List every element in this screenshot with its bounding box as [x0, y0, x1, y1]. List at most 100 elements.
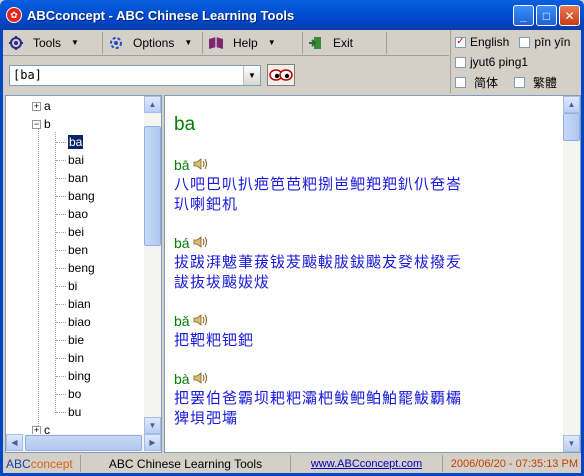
- character-list[interactable]: 把靶粑钯鈀: [174, 330, 554, 350]
- character-list[interactable]: 玐喇鈀机: [174, 194, 554, 214]
- eyes-icon: [269, 69, 293, 81]
- tools-icon: [7, 34, 25, 52]
- scroll-down-icon[interactable]: ▼: [144, 417, 161, 434]
- tree-node-child[interactable]: bei: [56, 223, 84, 241]
- tree-node-child[interactable]: bang: [56, 187, 95, 205]
- pinyin-entry: bà 把罢伯爸霸坝耙粑灞杷鲅鲃鲌鮊罷鮁覇欛 猈垻弝壩: [174, 370, 554, 428]
- tree-node-child[interactable]: bu: [56, 403, 81, 421]
- lookup-button[interactable]: [267, 64, 295, 86]
- scroll-thumb[interactable]: [563, 113, 580, 141]
- pinyin-label: bà: [174, 371, 190, 387]
- website-link[interactable]: www.ABCconcept.com: [311, 458, 422, 470]
- pinyin-entry: bā 八吧巴叭扒疤笆芭粑捌岜鲃羓羓釟仈夿峇 玐喇鈀机: [174, 156, 554, 214]
- expand-icon[interactable]: +: [32, 425, 41, 434]
- tree-node-label: bei: [68, 225, 85, 239]
- search-row: [ba] ▼: [3, 57, 449, 93]
- tree-vertical-scrollbar[interactable]: ▲ ▼: [144, 96, 161, 434]
- english-checkbox[interactable]: ✓: [455, 36, 466, 48]
- content-vertical-scrollbar[interactable]: ▲ ▼: [563, 96, 580, 452]
- pinyin-label: pīn yīn: [534, 35, 571, 49]
- collapse-icon[interactable]: −: [32, 119, 41, 129]
- tree-node-label: bai: [68, 153, 85, 167]
- app-logo-icon[interactable]: ✿: [6, 7, 22, 23]
- window-title: ABCconcept - ABC Chinese Learning Tools: [27, 7, 295, 23]
- pinyin-entry: bá 拔跋湃魃茟菝钹茇颰軷胈鈸颰犮癹柭撥叐 詙抜坺颰妭炦: [174, 234, 554, 292]
- tree-node-child[interactable]: ben: [56, 241, 88, 259]
- tree-node-a[interactable]: + a: [32, 97, 51, 115]
- tree-node-child[interactable]: bie: [56, 331, 84, 349]
- options-menu[interactable]: Options ▼: [103, 31, 203, 54]
- speaker-icon[interactable]: [192, 156, 208, 175]
- tree-node-label: bo: [68, 387, 82, 401]
- tree-node-child[interactable]: bian: [56, 295, 91, 313]
- scroll-down-icon[interactable]: ▼: [563, 435, 580, 452]
- tree-node-label: bu: [68, 405, 82, 419]
- status-bar: ABC concept ABC Chinese Learning Tools ww…: [3, 454, 581, 473]
- tree-node-label: bao: [68, 207, 89, 221]
- minimize-button[interactable]: _: [513, 5, 534, 26]
- title-bar[interactable]: ✿ ABCconcept - ABC Chinese Learning Tool…: [0, 0, 584, 30]
- character-list[interactable]: 拔跋湃魃茟菝钹茇颰軷胈鈸颰犮癹柭撥叐: [174, 252, 554, 272]
- tree-node-child[interactable]: biao: [56, 313, 91, 331]
- exit-button[interactable]: Exit: [303, 31, 387, 54]
- character-list[interactable]: 猈垻弝壩: [174, 408, 554, 428]
- tree-node-label: bian: [68, 297, 91, 311]
- pinyin-checkbox[interactable]: [519, 36, 531, 48]
- tree-node-child[interactable]: ba: [56, 133, 84, 151]
- language-options: ✓ English pīn yīn jyut6 ping1 简体 繁體: [450, 30, 581, 93]
- jyutping-checkbox[interactable]: [455, 56, 466, 68]
- character-list[interactable]: 把罢伯爸霸坝耙粑灞杷鲅鲃鲌鮊罷鮁覇欛: [174, 388, 554, 408]
- tree-node-c[interactable]: + c: [32, 421, 50, 434]
- pinyin-entry: bǎ 把靶粑钯鈀: [174, 312, 554, 350]
- tree-node-child[interactable]: bi: [56, 277, 77, 295]
- exit-label: Exit: [333, 35, 354, 50]
- scroll-thumb[interactable]: [25, 435, 142, 451]
- maximize-button[interactable]: □: [536, 5, 557, 26]
- tree-node-child[interactable]: ban: [56, 169, 88, 187]
- close-button[interactable]: ✕: [559, 5, 580, 26]
- simplified-checkbox[interactable]: [455, 76, 466, 88]
- character-list[interactable]: 八吧巴叭扒疤笆芭粑捌岜鲃羓羓釟仈夿峇: [174, 174, 554, 194]
- scroll-thumb[interactable]: [144, 126, 161, 246]
- options-icon: [107, 34, 125, 52]
- search-input[interactable]: [ba]: [10, 68, 243, 82]
- brand-label: ABC concept: [3, 455, 81, 472]
- tools-dropdown-icon: ▼: [71, 38, 79, 47]
- scroll-up-icon[interactable]: ▲: [563, 96, 580, 113]
- expand-icon[interactable]: +: [32, 101, 41, 111]
- tools-menu[interactable]: Tools ▼: [3, 31, 103, 54]
- character-list[interactable]: 詙抜坺颰妭炦: [174, 272, 554, 292]
- exit-door-icon: [307, 34, 325, 52]
- tree-node-child[interactable]: bing: [56, 367, 91, 385]
- tree-node-label: bi: [68, 279, 78, 293]
- datetime-label: 2006/06/20 - 07:35:13 PM: [450, 457, 578, 470]
- tree-node-child[interactable]: bo: [56, 385, 81, 403]
- tree-horizontal-scrollbar[interactable]: ◀ ▶: [6, 434, 161, 452]
- tree-node-label: beng: [68, 261, 95, 275]
- tree-node-child[interactable]: bin: [56, 349, 84, 367]
- tree-node-child[interactable]: bao: [56, 205, 88, 223]
- traditional-checkbox[interactable]: [514, 76, 526, 88]
- tree-node-b[interactable]: − b: [32, 115, 51, 133]
- tree-node-child[interactable]: bai: [56, 151, 84, 169]
- tree-node-label: ben: [68, 243, 89, 257]
- tools-label: Tools: [33, 35, 62, 50]
- tree-node-label: bang: [68, 189, 95, 203]
- pinyin-label: bá: [174, 235, 190, 251]
- tree-node-label: ban: [68, 171, 89, 185]
- scroll-up-icon[interactable]: ▲: [144, 96, 161, 113]
- search-dropdown-icon[interactable]: ▼: [243, 65, 260, 85]
- speaker-icon[interactable]: [192, 312, 208, 331]
- english-label: English: [470, 35, 510, 49]
- scroll-left-icon[interactable]: ◀: [6, 434, 23, 451]
- toolbar: Tools ▼ Options ▼ Help ▼ Exit: [3, 30, 449, 56]
- book-icon: [207, 34, 225, 52]
- tree-node-label: bing: [68, 369, 91, 383]
- tree-node-child[interactable]: beng: [56, 259, 95, 277]
- tree-node-label: ba: [68, 135, 84, 149]
- speaker-icon[interactable]: [192, 370, 208, 389]
- scroll-right-icon[interactable]: ▶: [144, 434, 161, 451]
- speaker-icon[interactable]: [192, 234, 208, 253]
- search-combobox[interactable]: [ba] ▼: [9, 64, 261, 86]
- help-menu[interactable]: Help ▼: [203, 31, 303, 54]
